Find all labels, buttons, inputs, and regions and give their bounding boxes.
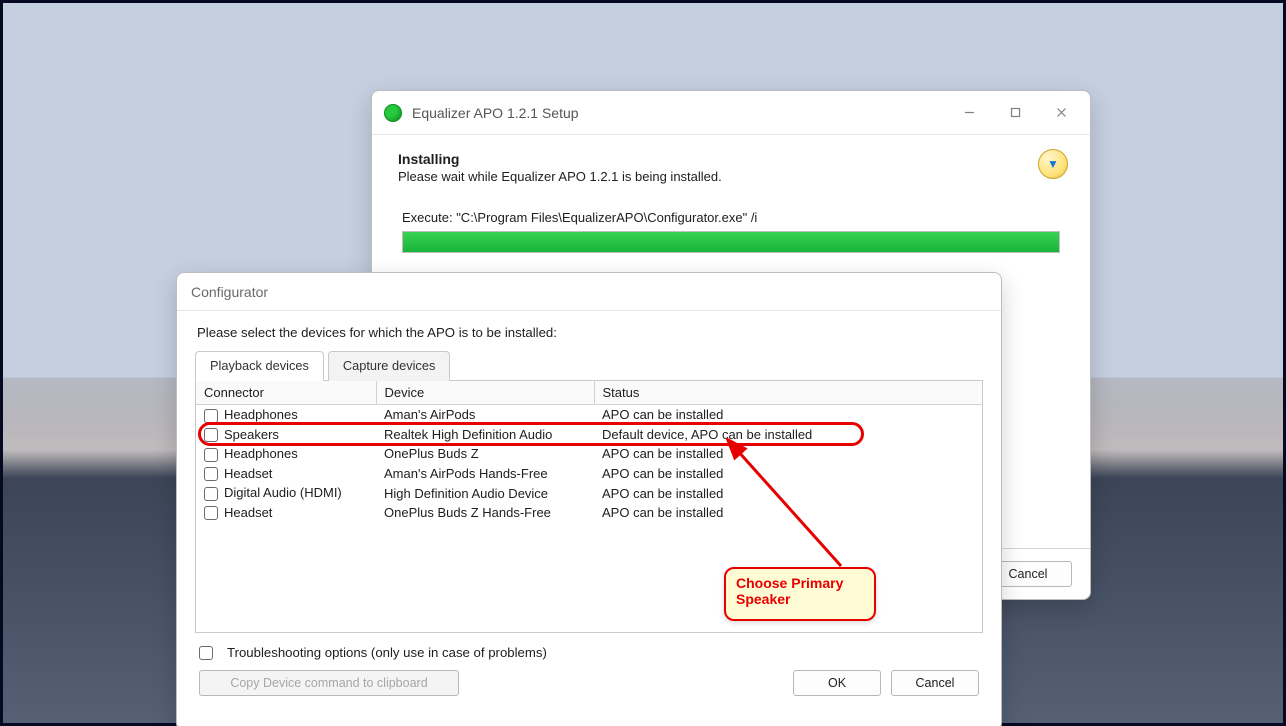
troubleshoot-label: Troubleshooting options (only use in cas… (227, 645, 547, 660)
installer-badge-icon (1038, 149, 1068, 179)
desktop-background: Equalizer APO 1.2.1 Setup Installing Ple… (0, 0, 1286, 726)
row-device: OnePlus Buds Z Hands-Free (376, 503, 594, 523)
row-device: High Definition Audio Device (376, 483, 594, 503)
row-device: Realtek High Definition Audio (376, 425, 594, 445)
row-checkbox[interactable] (204, 467, 218, 481)
row-connector: Headset (224, 466, 272, 481)
setup-heading: Installing (398, 151, 1064, 167)
minimize-button[interactable] (946, 98, 992, 128)
tab-playback-devices[interactable]: Playback devices (195, 351, 324, 381)
row-status: APO can be installed (594, 405, 982, 425)
setup-title: Equalizer APO 1.2.1 Setup (412, 105, 946, 121)
row-status: APO can be installed (594, 464, 982, 484)
row-status: APO can be installed (594, 444, 982, 464)
setup-titlebar[interactable]: Equalizer APO 1.2.1 Setup (372, 91, 1090, 135)
row-device: Aman's AirPods Hands-Free (376, 464, 594, 484)
col-connector[interactable]: Connector (196, 381, 376, 405)
table-row[interactable]: Speakers Realtek High Definition AudioDef… (196, 425, 982, 445)
table-row[interactable]: Headphones Aman's AirPodsAPO can be insta… (196, 405, 982, 425)
row-connector: Speakers (224, 427, 279, 442)
configurator-cancel-button[interactable]: Cancel (891, 670, 979, 696)
row-connector: Headphones (224, 446, 298, 461)
row-checkbox[interactable] (204, 487, 218, 501)
row-checkbox[interactable] (204, 428, 218, 442)
row-checkbox[interactable] (204, 409, 218, 423)
setup-subheading: Please wait while Equalizer APO 1.2.1 is… (398, 169, 1064, 184)
table-row[interactable]: Headset Aman's AirPods Hands-FreeAPO can … (196, 464, 982, 484)
table-row[interactable]: Headphones OnePlus Buds ZAPO can be insta… (196, 444, 982, 464)
setup-app-icon (384, 104, 402, 122)
maximize-button[interactable] (992, 98, 1038, 128)
row-checkbox[interactable] (204, 448, 218, 462)
ok-button[interactable]: OK (793, 670, 881, 696)
row-connector: Digital Audio (HDMI) (224, 485, 342, 500)
col-device[interactable]: Device (376, 381, 594, 405)
annotation-callout: Choose Primary Speaker (724, 567, 876, 621)
table-row[interactable]: Headset OnePlus Buds Z Hands-FreeAPO can … (196, 503, 982, 523)
device-tabs: Playback devices Capture devices (195, 350, 983, 381)
configurator-instruction: Please select the devices for which the … (197, 325, 983, 340)
row-device: Aman's AirPods (376, 405, 594, 425)
close-button[interactable] (1038, 98, 1084, 128)
configurator-window: Configurator Please select the devices f… (176, 272, 1002, 726)
setup-exec-line: Execute: "C:\Program Files\EqualizerAPO\… (402, 210, 1060, 225)
troubleshoot-checkbox[interactable] (199, 646, 213, 660)
install-progress (402, 231, 1060, 253)
col-status[interactable]: Status (594, 381, 982, 405)
row-connector: Headphones (224, 407, 298, 422)
row-device: OnePlus Buds Z (376, 444, 594, 464)
configurator-title: Configurator (191, 284, 268, 300)
configurator-titlebar[interactable]: Configurator (177, 273, 1001, 311)
row-checkbox[interactable] (204, 506, 218, 520)
row-status: APO can be installed (594, 483, 982, 503)
tab-capture-devices[interactable]: Capture devices (328, 351, 450, 381)
row-status: APO can be installed (594, 503, 982, 523)
row-connector: Headset (224, 505, 272, 520)
table-row[interactable]: Digital Audio (HDMI) High Definition Audi… (196, 483, 982, 503)
copy-device-button: Copy Device command to clipboard (199, 670, 459, 696)
install-progress-bar (403, 232, 1059, 252)
row-status: Default device, APO can be installed (594, 425, 982, 445)
